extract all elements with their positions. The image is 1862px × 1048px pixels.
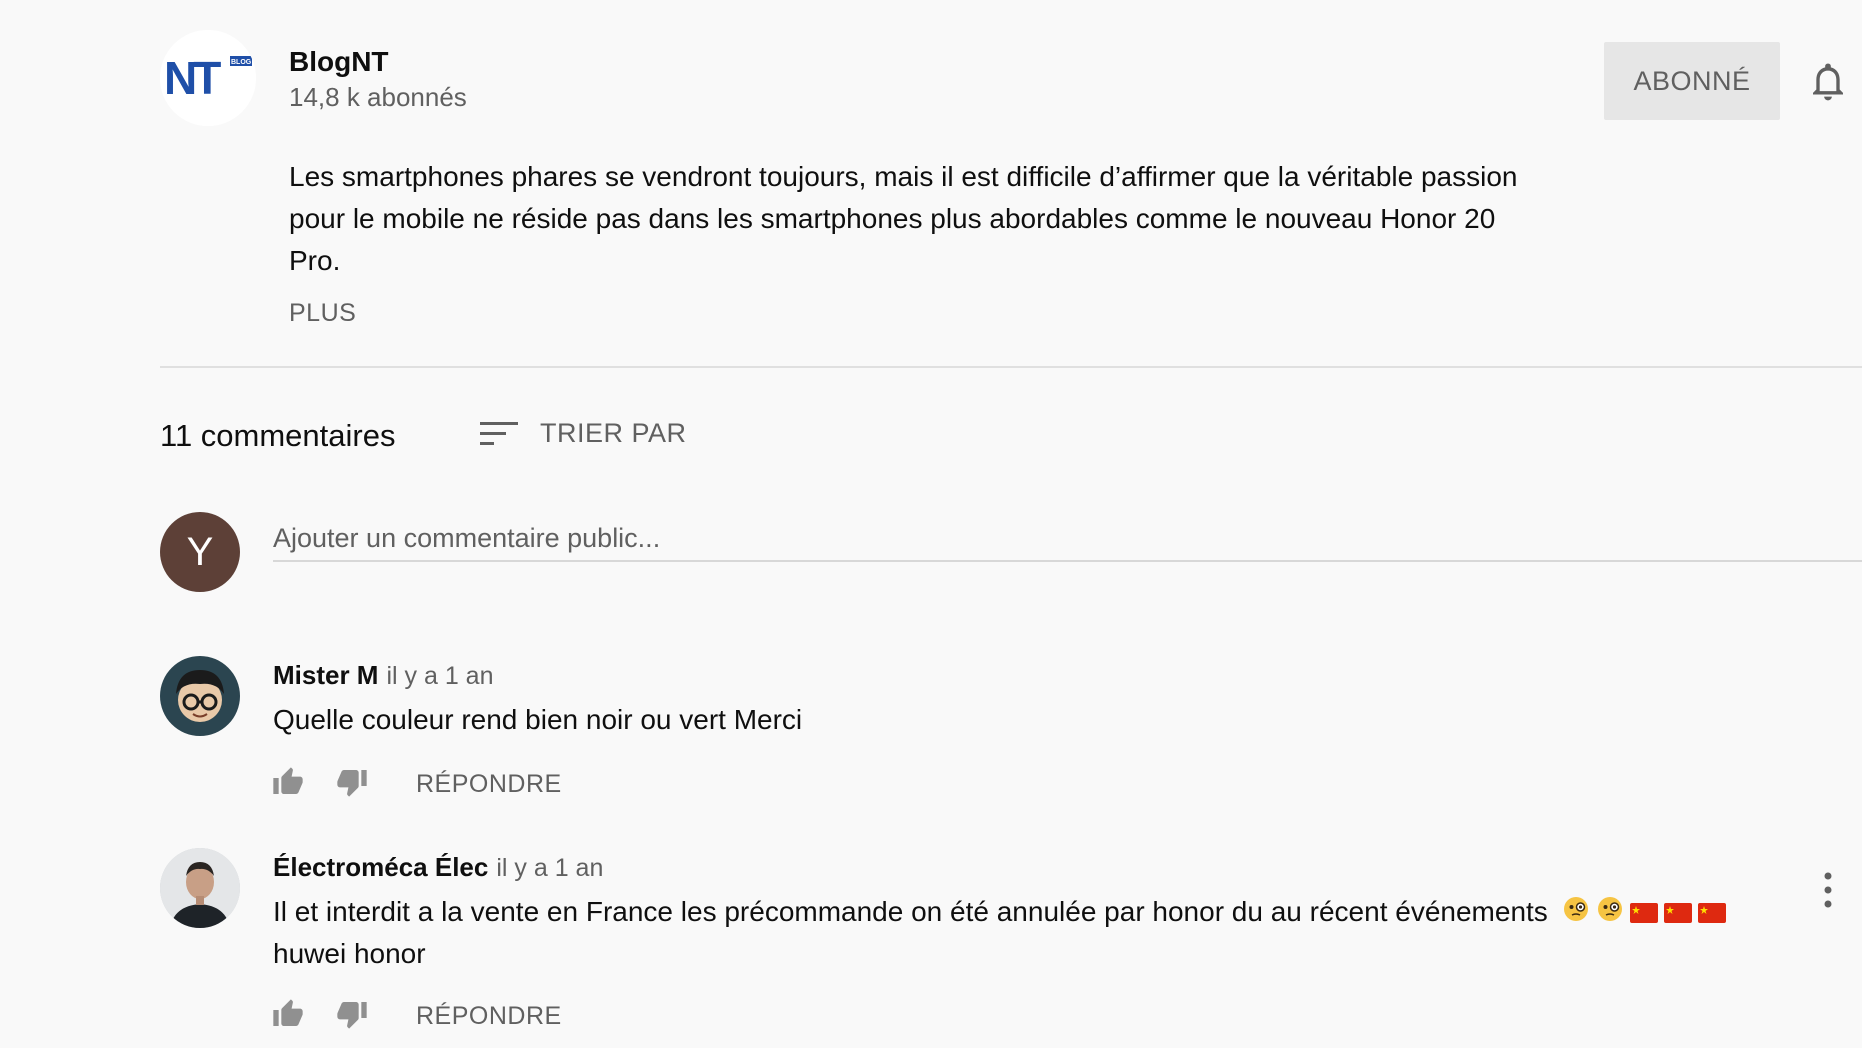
avatar-cartoon-glasses (160, 656, 240, 736)
user-avatar: Y (160, 512, 240, 592)
more-vert-icon[interactable] (1822, 870, 1834, 910)
comment-author[interactable]: Mister M (273, 660, 378, 690)
comment-input[interactable] (273, 516, 1862, 562)
comment-text: Il et interdit a la vente en France les … (273, 892, 1753, 974)
commenter-avatar[interactable] (160, 848, 240, 928)
thumb-up-icon[interactable] (272, 766, 304, 798)
bell-icon[interactable] (1808, 60, 1848, 104)
comment-timestamp[interactable]: il y a 1 an (496, 854, 603, 882)
thumb-down-icon[interactable] (336, 998, 368, 1030)
sort-icon[interactable] (480, 420, 518, 448)
comment-header: Électroméca Élec il y a 1 an (273, 852, 603, 883)
face-with-monocle-icon (1562, 894, 1590, 934)
divider (160, 366, 1862, 368)
show-more-button[interactable]: PLUS (289, 299, 356, 328)
avatar-photo (160, 848, 240, 928)
reply-button[interactable]: RÉPONDRE (416, 770, 562, 799)
channel-name[interactable]: BlogNT (289, 46, 389, 78)
flag-china-icon (1697, 894, 1726, 934)
comments-count: 11 commentaires (160, 418, 396, 453)
svg-text:NT: NT (164, 52, 221, 104)
svg-text:BLOG: BLOG (231, 59, 252, 66)
sort-button[interactable]: TRIER PAR (540, 418, 687, 449)
blognt-logo: NT BLOG (160, 30, 256, 126)
comment-text-line: huwei honor (273, 937, 426, 969)
thumb-down-icon[interactable] (336, 766, 368, 798)
reply-button[interactable]: RÉPONDRE (416, 1002, 562, 1031)
flag-china-icon (1663, 894, 1692, 934)
face-with-monocle-icon (1596, 894, 1624, 934)
subscribe-button[interactable]: ABONNÉ (1604, 42, 1780, 120)
flag-china-icon (1629, 894, 1658, 934)
thumb-up-icon[interactable] (272, 998, 304, 1030)
commenter-avatar[interactable] (160, 656, 240, 736)
comment-header: Mister M il y a 1 an (273, 660, 493, 691)
comment-text: Quelle couleur rend bien noir ou vert Me… (273, 704, 803, 735)
comment-timestamp[interactable]: il y a 1 an (386, 662, 493, 690)
comment-author[interactable]: Électroméca Élec (273, 852, 488, 882)
video-description: Les smartphones phares se vendront toujo… (289, 161, 1518, 276)
channel-avatar[interactable]: NT BLOG (160, 30, 256, 126)
subscriber-count: 14,8 k abonnés (289, 82, 467, 112)
comment-text-line: Il et interdit a la vente en France les … (273, 896, 1548, 927)
